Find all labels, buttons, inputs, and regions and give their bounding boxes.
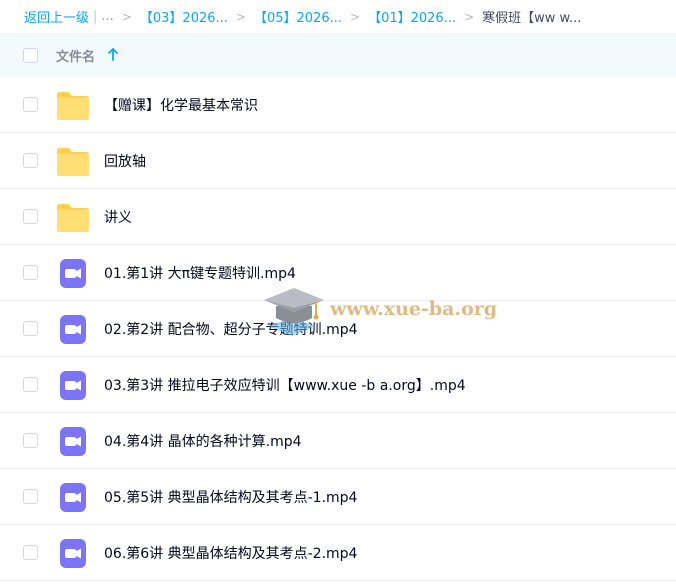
folder-icon bbox=[57, 148, 89, 176]
file-name[interactable]: 讲义 bbox=[104, 207, 132, 227]
row-checkbox[interactable] bbox=[23, 377, 38, 392]
file-name[interactable]: 04.第4讲 晶体的各种计算.mp4 bbox=[104, 431, 302, 451]
file-row[interactable]: 回放轴 bbox=[0, 133, 676, 189]
breadcrumb-separator: > bbox=[235, 9, 246, 24]
row-checkbox[interactable] bbox=[23, 153, 38, 168]
row-checkbox[interactable] bbox=[23, 265, 38, 280]
video-file-icon bbox=[60, 315, 86, 344]
file-row[interactable]: 06.第6讲 典型晶体结构及其考点-2.mp4 bbox=[0, 525, 676, 581]
video-file-icon bbox=[60, 371, 86, 400]
file-browser: 返回上一级 | ... > 【03】2026... > 【05】2026... … bbox=[0, 0, 676, 587]
file-name[interactable]: 03.第3讲 推拉电子效应特训【www.xue -b a.org】.mp4 bbox=[104, 375, 466, 395]
file-row[interactable]: 03.第3讲 推拉电子效应特训【www.xue -b a.org】.mp4 bbox=[0, 357, 676, 413]
row-checkbox[interactable] bbox=[23, 97, 38, 112]
breadcrumb-separator: > bbox=[464, 9, 475, 24]
row-checkbox[interactable] bbox=[23, 433, 38, 448]
filename-column-header[interactable]: 文件名 bbox=[56, 46, 95, 65]
row-checkbox[interactable] bbox=[23, 545, 38, 560]
file-row[interactable]: 【赠课】化学最基本常识 bbox=[0, 77, 676, 133]
breadcrumb-separator: > bbox=[121, 9, 132, 24]
file-row[interactable]: 讲义 bbox=[0, 189, 676, 245]
file-list-header: 文件名 bbox=[0, 33, 676, 77]
video-file-icon bbox=[60, 483, 86, 512]
file-row[interactable]: 05.第5讲 典型晶体结构及其考点-1.mp4 bbox=[0, 469, 676, 525]
file-name[interactable]: 02.第2讲 配合物、超分子专题特训.mp4 bbox=[104, 319, 358, 339]
video-file-icon bbox=[60, 539, 86, 568]
breadcrumb-item[interactable]: 【01】2026... bbox=[368, 7, 456, 26]
file-name[interactable]: 【赠课】化学最基本常识 bbox=[104, 95, 258, 115]
arrow-up-icon[interactable] bbox=[107, 47, 119, 61]
file-name[interactable]: 05.第5讲 典型晶体结构及其考点-1.mp4 bbox=[104, 487, 357, 507]
file-name[interactable]: 回放轴 bbox=[104, 151, 146, 171]
select-all-checkbox[interactable] bbox=[23, 47, 38, 63]
row-checkbox[interactable] bbox=[23, 321, 38, 336]
breadcrumb-item[interactable]: 【05】2026... bbox=[254, 7, 342, 26]
file-name[interactable]: 01.第1讲 大π键专题特训.mp4 bbox=[104, 263, 296, 283]
row-checkbox[interactable] bbox=[23, 489, 38, 504]
file-row[interactable]: 01.第1讲 大π键专题特训.mp4 bbox=[0, 245, 676, 301]
folder-icon bbox=[57, 92, 89, 120]
breadcrumb-item[interactable]: 【03】2026... bbox=[140, 7, 228, 26]
breadcrumb-separator: > bbox=[350, 9, 361, 24]
folder-icon bbox=[57, 204, 89, 232]
file-row[interactable]: 04.第4讲 晶体的各种计算.mp4 bbox=[0, 413, 676, 469]
breadcrumb-current: 寒假班【ww w... bbox=[482, 11, 582, 26]
file-list: 【赠课】化学最基本常识 回放轴讲义 01.第1讲 大π键专题特训.mp4 02.第2讲… bbox=[0, 77, 676, 581]
back-link[interactable]: 返回上一级 bbox=[24, 7, 89, 26]
video-file-icon bbox=[60, 259, 86, 288]
breadcrumb: 返回上一级 | ... > 【03】2026... > 【05】2026... … bbox=[0, 0, 676, 33]
file-row[interactable]: 02.第2讲 配合物、超分子专题特训.mp4 bbox=[0, 301, 676, 357]
file-name[interactable]: 06.第6讲 典型晶体结构及其考点-2.mp4 bbox=[104, 543, 357, 563]
video-file-icon bbox=[60, 427, 86, 456]
breadcrumb-ellipsis[interactable]: ... bbox=[101, 9, 113, 24]
row-checkbox[interactable] bbox=[23, 209, 38, 224]
breadcrumb-divider: | bbox=[93, 9, 98, 24]
